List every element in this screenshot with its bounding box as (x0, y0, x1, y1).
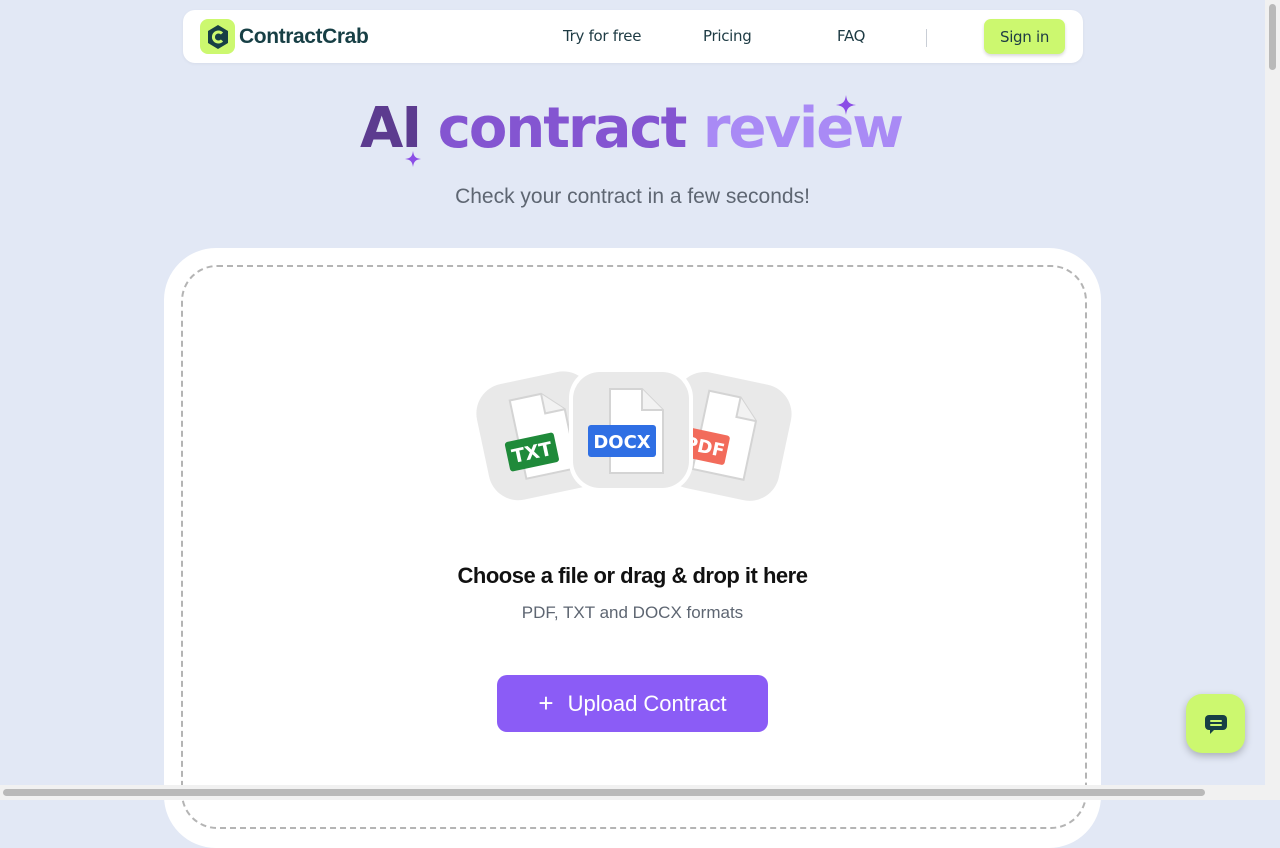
vertical-scrollbar[interactable] (1265, 0, 1280, 785)
brand-link[interactable]: ContractCrab (200, 19, 369, 54)
plus-icon: + (538, 688, 554, 718)
upload-button-label: Upload Contract (567, 690, 727, 716)
file-dropzone[interactable] (181, 265, 1087, 829)
chat-widget-button[interactable] (1186, 694, 1245, 753)
upload-contract-button[interactable]: + Upload Contract (497, 675, 768, 732)
dropzone-formats: PDF, TXT and DOCX formats (521, 603, 744, 622)
sign-in-button[interactable]: Sign in (984, 19, 1065, 54)
nav-link-try-free[interactable]: Try for free (563, 27, 641, 45)
hero-subtitle: Check your contract in a few seconds! (455, 185, 810, 208)
sparkle-icon (836, 95, 856, 115)
nav-link-pricing[interactable]: Pricing (703, 27, 752, 45)
nav-link-faq[interactable]: FAQ (837, 27, 865, 45)
sparkle-icon (405, 151, 421, 167)
file-badge-docx: DOCX (593, 432, 650, 453)
brand-name: ContractCrab (239, 24, 369, 48)
nav-divider (926, 29, 927, 47)
dropzone-title: Choose a file or drag & drop it here (457, 563, 808, 588)
hero-title: AI contract review (0, 96, 1262, 161)
vertical-scroll-thumb[interactable] (1269, 4, 1276, 70)
hero-title-word: review (702, 96, 904, 161)
horizontal-scrollbar[interactable] (0, 785, 1280, 800)
top-navbar: ContractCrab Try for free Pricing FAQ Si… (183, 10, 1083, 63)
file-tile-docx: DOCX (569, 368, 693, 492)
file-types-illustration: TXT PDF DOCX (476, 368, 792, 501)
hero-title-word: contract (437, 96, 688, 161)
chat-icon (1204, 714, 1227, 734)
horizontal-scroll-thumb[interactable] (3, 789, 1205, 796)
brand-logo-icon (200, 19, 235, 54)
